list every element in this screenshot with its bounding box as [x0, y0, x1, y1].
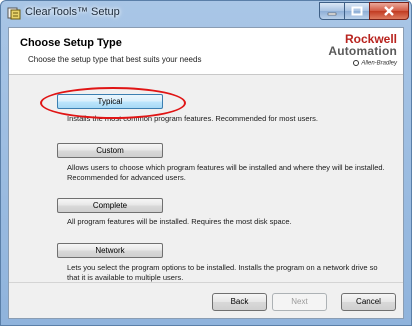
custom-button[interactable]: Custom — [57, 143, 163, 158]
complete-button[interactable]: Complete — [57, 198, 163, 213]
network-button[interactable]: Network — [57, 243, 163, 258]
close-icon — [384, 6, 394, 16]
allen-bradley-logo: Allen-Bradley — [353, 60, 397, 67]
page-subtitle: Choose the setup type that best suits yo… — [28, 55, 202, 64]
brand-name-line2: Automation — [328, 44, 397, 58]
minimize-button[interactable] — [319, 2, 345, 20]
title-bar[interactable]: ClearTools™ Setup — [1, 1, 411, 27]
setup-app-icon — [7, 7, 21, 20]
complete-description: All program features will be installed. … — [67, 217, 292, 226]
typical-description: Installs the most common program feature… — [67, 114, 318, 123]
footer-divider — [9, 282, 403, 283]
cancel-button[interactable]: Cancel — [341, 293, 396, 311]
custom-description: Allows users to choose which program fea… — [67, 163, 385, 182]
page-title: Choose Setup Type — [20, 37, 122, 49]
back-button[interactable]: Back — [212, 293, 267, 311]
dialog-header: Choose Setup Type Choose the setup type … — [9, 28, 403, 75]
close-button[interactable] — [369, 2, 409, 20]
dialog-content: Choose Setup Type Choose the setup type … — [8, 27, 404, 319]
brand-sub-text: Allen-Bradley — [361, 60, 397, 67]
allen-bradley-logo-icon — [353, 60, 360, 66]
minimize-icon — [327, 12, 337, 16]
next-button[interactable]: Next — [272, 293, 327, 311]
maximize-button[interactable] — [344, 2, 370, 20]
typical-button[interactable]: Typical — [57, 94, 163, 109]
setup-window: ClearTools™ Setup Choose Setup Type Choo… — [0, 0, 412, 326]
network-description: Lets you select the program options to b… — [67, 263, 378, 282]
maximize-icon — [351, 6, 363, 16]
window-title: ClearTools™ Setup — [25, 6, 120, 18]
